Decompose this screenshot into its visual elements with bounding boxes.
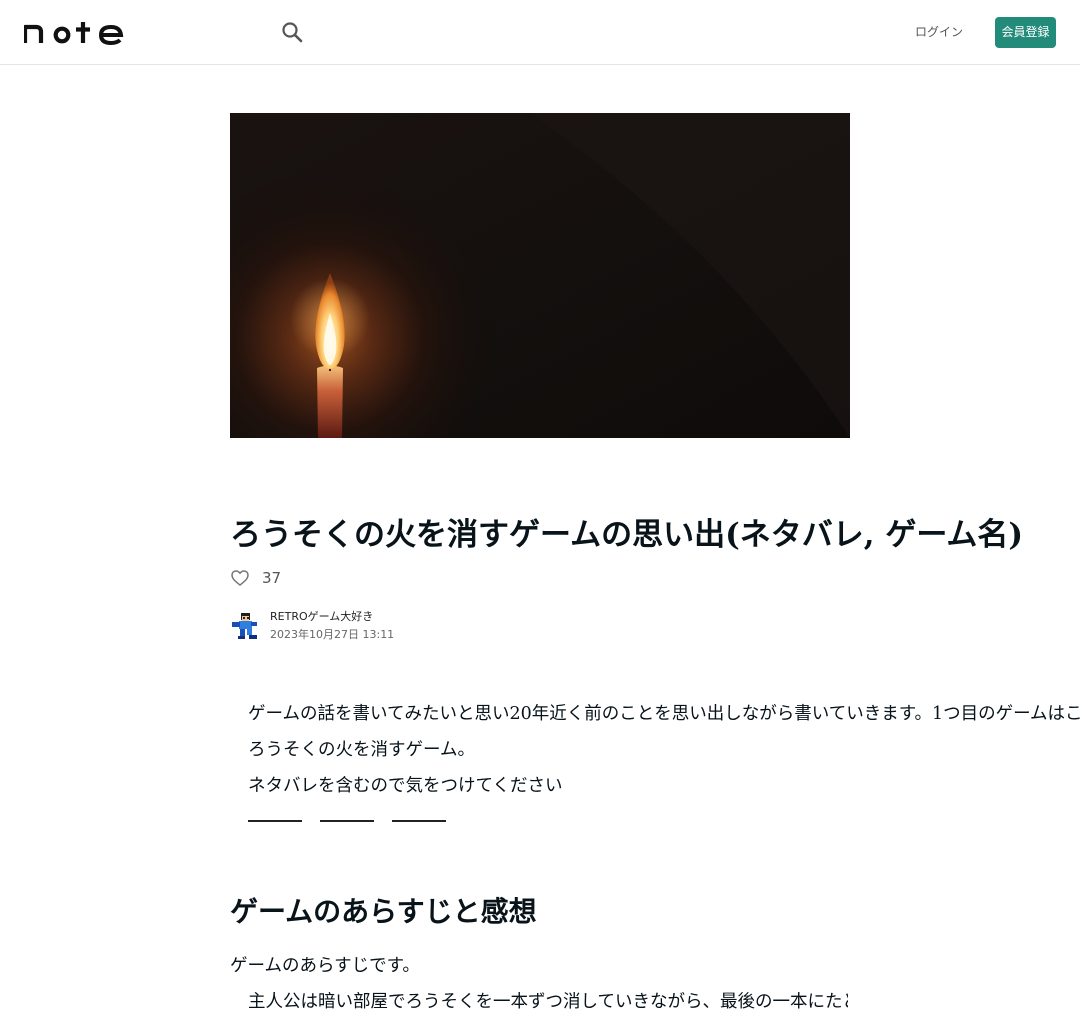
dash-line <box>320 820 374 822</box>
like-count: 37 <box>262 569 282 587</box>
body-paragraph-2: ろうそくの火を消すゲーム。 <box>248 740 475 760</box>
heart-icon[interactable] <box>230 568 250 588</box>
section-subtitle: ゲームのあらすじです。 <box>230 956 420 976</box>
avatar[interactable] <box>230 610 262 642</box>
dash-line <box>248 820 302 822</box>
like-row: 37 <box>230 566 281 590</box>
article-title: ろうそくの火を消すゲームの思い出(ネタバレ, ゲーム名) <box>230 517 1024 553</box>
author-block: RETROゲーム大好き 2023年10月27日 13:11 <box>230 609 394 643</box>
search-icon <box>282 22 303 43</box>
signup-button[interactable]: 会員登録 <box>995 17 1056 48</box>
candle-image <box>230 113 850 438</box>
body-paragraph-1: ゲームの話を書いてみたいと思い20年近く前のことを思い出しながら書いていきます。… <box>248 704 1080 724</box>
body-paragraph-3: ネタバレを含むので気をつけてください <box>248 776 563 796</box>
author-name[interactable]: RETROゲーム大好き <box>270 609 394 625</box>
note-logo[interactable] <box>24 19 124 45</box>
separator-dashes <box>248 812 464 822</box>
section-heading: ゲームのあらすじと感想 <box>230 895 537 928</box>
hero-image <box>230 113 850 438</box>
post-date: 2023年10月27日 13:11 <box>270 628 395 641</box>
body-paragraph-4: 主人公は暗い部屋でろうそくを一本ずつ消していきながら、最後の一本にたどり着くまで… <box>248 992 848 1012</box>
top-header: ログイン 会員登録 <box>0 0 1080 65</box>
dash-line <box>392 820 446 822</box>
login-link[interactable]: ログイン <box>915 24 963 40</box>
search-button[interactable] <box>278 18 306 46</box>
